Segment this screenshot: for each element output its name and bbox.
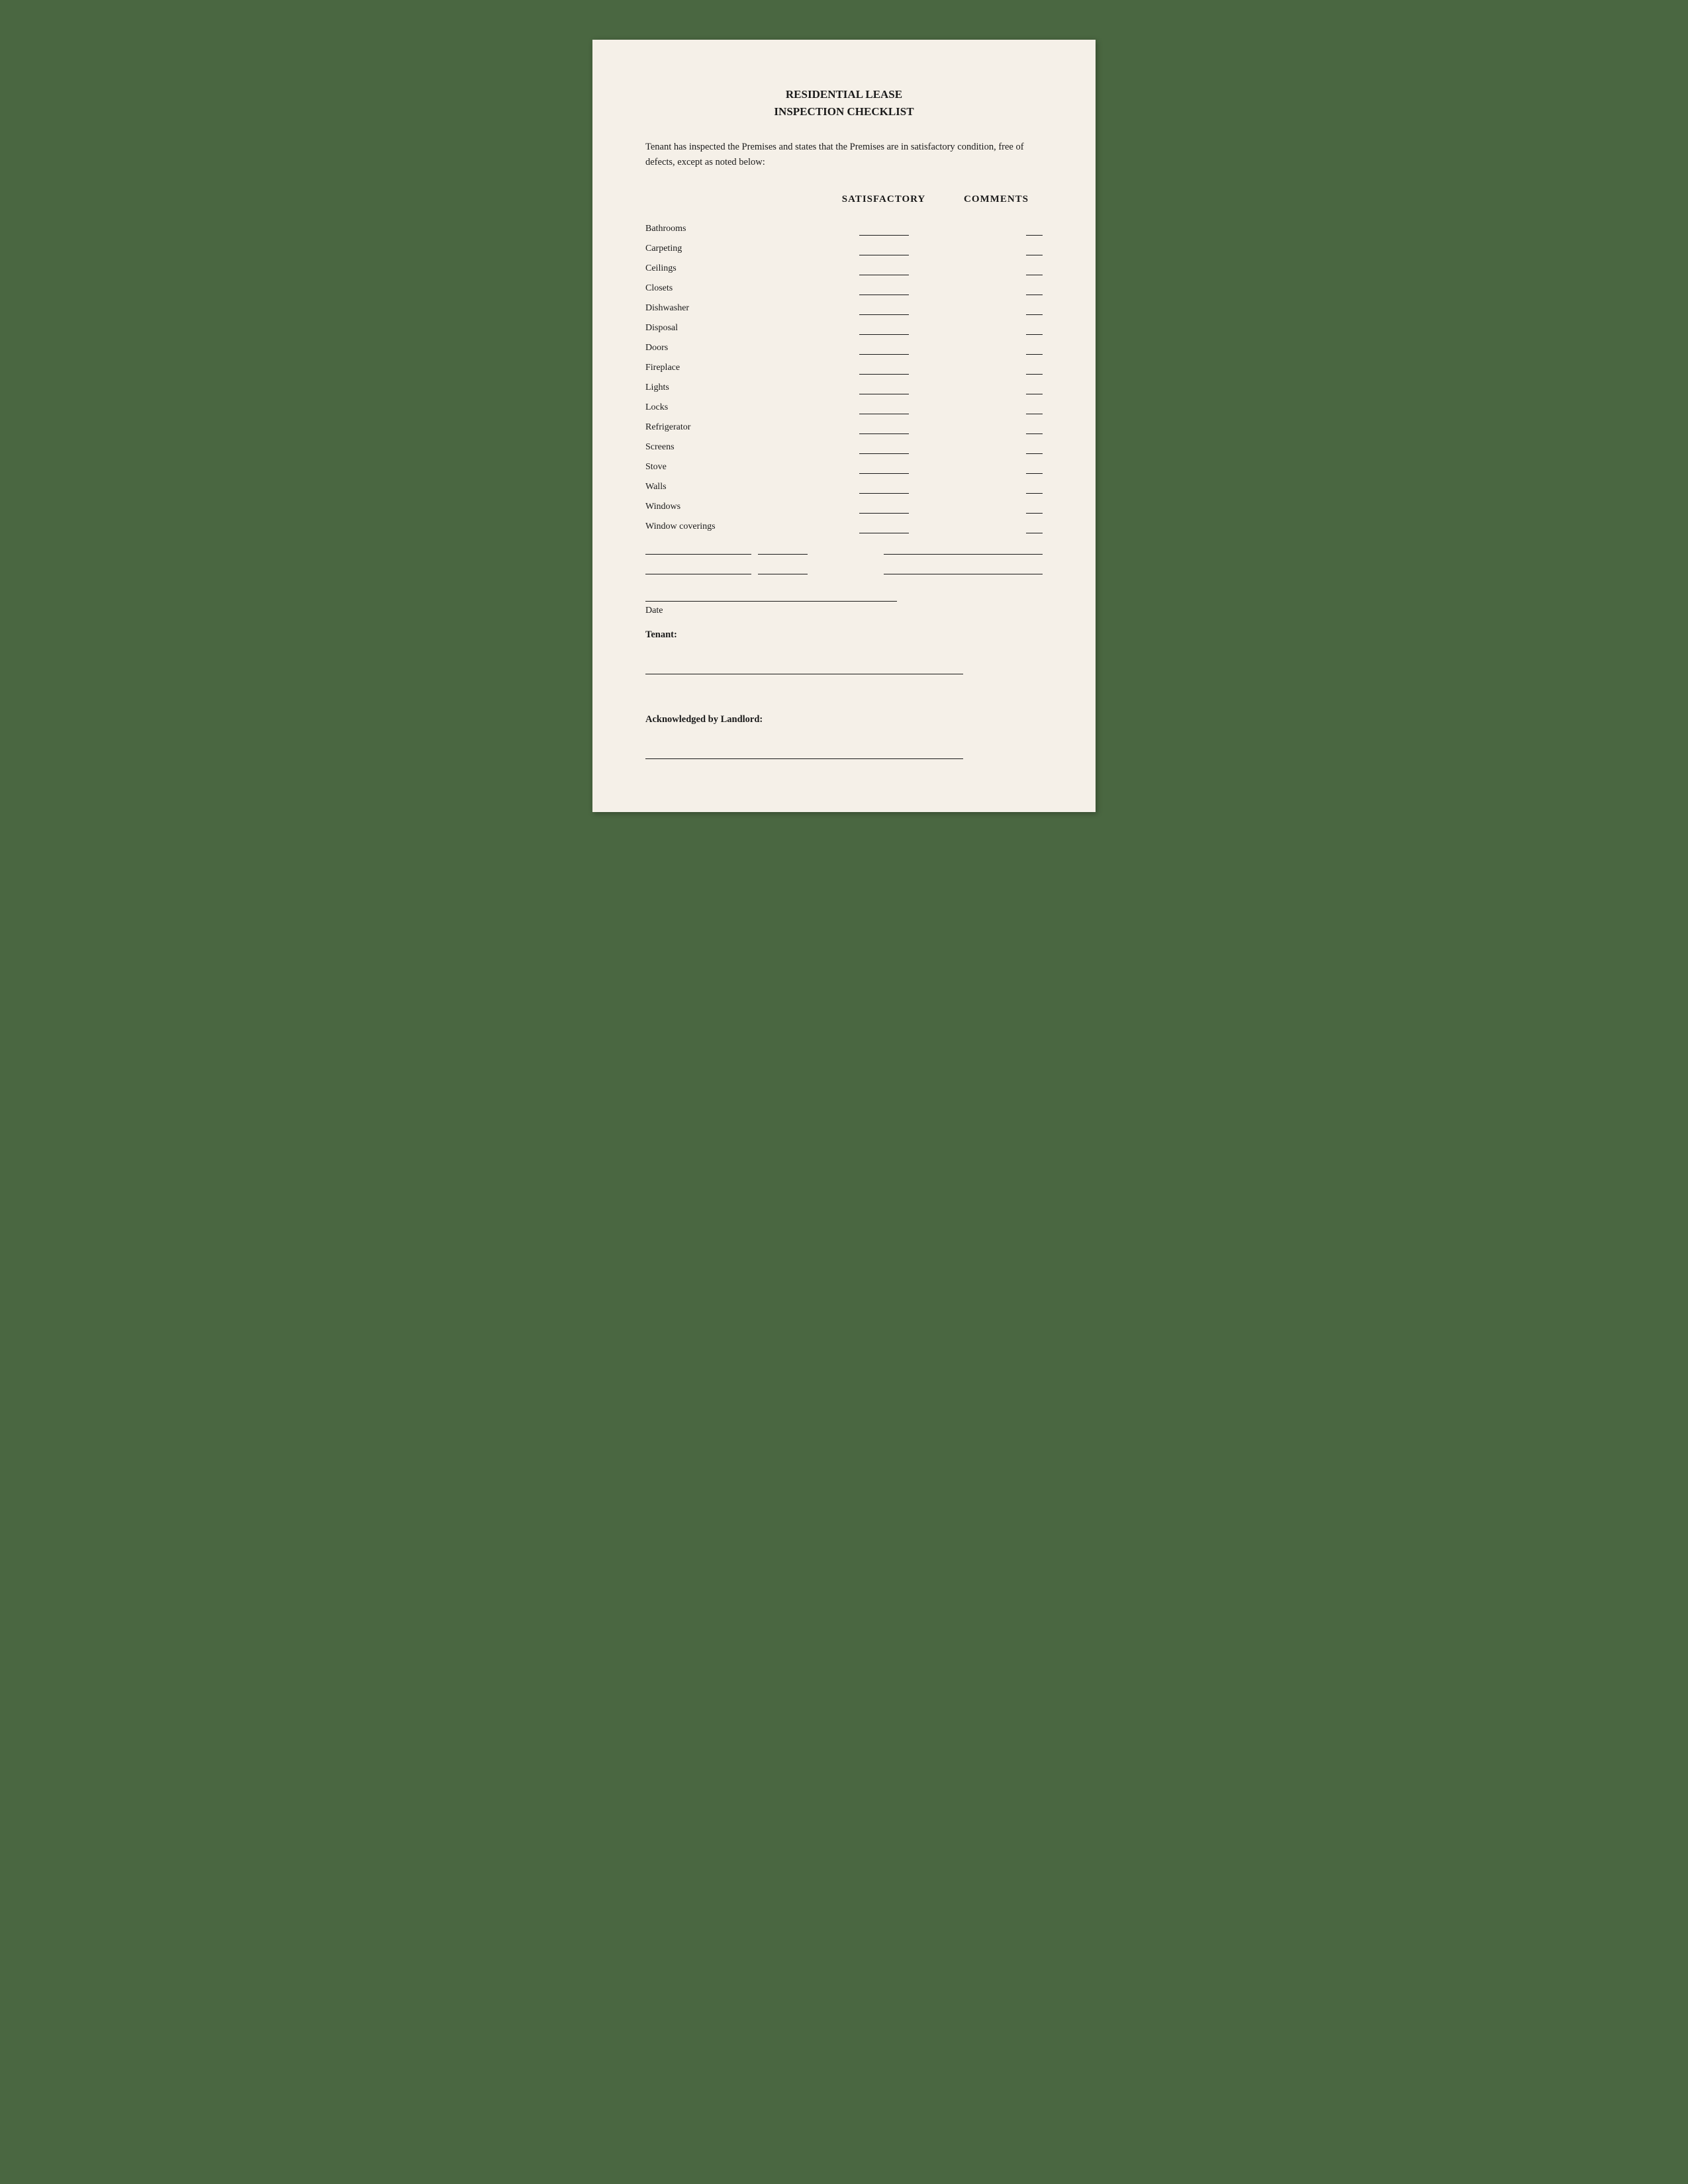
item-satisfactory-5[interactable] bbox=[818, 334, 950, 335]
item-satisfactory-13[interactable] bbox=[818, 493, 950, 494]
extra-row-2 bbox=[645, 557, 1043, 574]
checklist-row: Screens bbox=[645, 437, 1043, 454]
checklist-row: Disposal bbox=[645, 318, 1043, 335]
item-label-0: Bathrooms bbox=[645, 224, 818, 236]
extra-sat-line-1[interactable] bbox=[758, 554, 808, 555]
item-label-11: Screens bbox=[645, 442, 818, 454]
item-label-5: Disposal bbox=[645, 323, 818, 335]
checklist-row: Refrigerator bbox=[645, 417, 1043, 434]
checklist-row: Walls bbox=[645, 477, 1043, 494]
date-sig-line[interactable] bbox=[645, 601, 897, 602]
item-label-15: Window coverings bbox=[645, 522, 818, 533]
item-label-8: Lights bbox=[645, 383, 818, 394]
checklist-row: Stove bbox=[645, 457, 1043, 474]
item-satisfactory-12[interactable] bbox=[818, 473, 950, 474]
item-satisfactory-4[interactable] bbox=[818, 314, 950, 315]
title-line-2: INSPECTION CHECKLIST bbox=[645, 103, 1043, 120]
item-satisfactory-10[interactable] bbox=[818, 433, 950, 434]
item-label-13: Walls bbox=[645, 482, 818, 494]
checklist-row: Windows bbox=[645, 496, 1043, 514]
extra-comment-line-1[interactable] bbox=[884, 554, 1043, 555]
item-satisfactory-0[interactable] bbox=[818, 235, 950, 236]
checklist-row: Bathrooms bbox=[645, 218, 1043, 236]
checklist-row: Doors bbox=[645, 338, 1043, 355]
checklist-row: Locks bbox=[645, 397, 1043, 414]
item-label-14: Windows bbox=[645, 502, 818, 514]
signature-section: Date Tenant: Acknowledged by Landlord: bbox=[645, 601, 1043, 759]
comment-line-7[interactable] bbox=[1026, 374, 1043, 375]
checklist-row: Carpeting bbox=[645, 238, 1043, 255]
checklist-row: Closets bbox=[645, 278, 1043, 295]
item-label-9: Locks bbox=[645, 402, 818, 414]
comment-line-5[interactable] bbox=[1026, 334, 1043, 335]
sat-line-4[interactable] bbox=[859, 314, 909, 315]
comment-line-10[interactable] bbox=[1026, 433, 1043, 434]
comment-line-6[interactable] bbox=[1026, 354, 1043, 355]
title-line-1: RESIDENTIAL LEASE bbox=[645, 86, 1043, 103]
col-satisfactory-header: SATISFACTORY bbox=[818, 193, 950, 205]
extra-label-line-1[interactable] bbox=[645, 554, 751, 555]
col-item-header bbox=[645, 193, 818, 205]
sat-line-13[interactable] bbox=[859, 493, 909, 494]
checklist-row: Lights bbox=[645, 377, 1043, 394]
tenant-label: Tenant: bbox=[645, 629, 1043, 641]
item-satisfactory-7[interactable] bbox=[818, 374, 950, 375]
item-label-6: Doors bbox=[645, 343, 818, 355]
comment-line-12[interactable] bbox=[1026, 473, 1043, 474]
item-satisfactory-14[interactable] bbox=[818, 513, 950, 514]
checklist-header: SATISFACTORY COMMENTS bbox=[645, 193, 1043, 205]
sat-line-0[interactable] bbox=[859, 235, 909, 236]
extra-rows bbox=[645, 537, 1043, 574]
checklist-row: Ceilings bbox=[645, 258, 1043, 275]
landlord-label: Acknowledged by Landlord: bbox=[645, 714, 1043, 725]
comment-line-4[interactable] bbox=[1026, 314, 1043, 315]
comment-line-14[interactable] bbox=[1026, 513, 1043, 514]
col-comments-header: COMMENTS bbox=[950, 193, 1043, 205]
sat-line-12[interactable] bbox=[859, 473, 909, 474]
sat-line-14[interactable] bbox=[859, 513, 909, 514]
title-block: RESIDENTIAL LEASE INSPECTION CHECKLIST bbox=[645, 86, 1043, 120]
item-label-12: Stove bbox=[645, 462, 818, 474]
extra-row-1 bbox=[645, 537, 1043, 555]
checklist-row: Dishwasher bbox=[645, 298, 1043, 315]
checklist-rows: Bathrooms Carpeting Ceilings Closets bbox=[645, 218, 1043, 533]
item-label-4: Dishwasher bbox=[645, 303, 818, 315]
comment-line-13[interactable] bbox=[1026, 493, 1043, 494]
sat-line-7[interactable] bbox=[859, 374, 909, 375]
item-label-10: Refrigerator bbox=[645, 422, 818, 434]
item-satisfactory-11[interactable] bbox=[818, 453, 950, 454]
landlord-sig-line[interactable] bbox=[645, 758, 963, 759]
item-label-3: Closets bbox=[645, 283, 818, 295]
comment-line-0[interactable] bbox=[1026, 235, 1043, 236]
checklist-row: Window coverings bbox=[645, 516, 1043, 533]
item-label-1: Carpeting bbox=[645, 244, 818, 255]
document-container: RESIDENTIAL LEASE INSPECTION CHECKLIST T… bbox=[592, 40, 1096, 812]
item-satisfactory-6[interactable] bbox=[818, 354, 950, 355]
sat-line-11[interactable] bbox=[859, 453, 909, 454]
checklist-section: SATISFACTORY COMMENTS Bathrooms Carpetin… bbox=[645, 193, 1043, 574]
item-label-7: Fireplace bbox=[645, 363, 818, 375]
sat-line-6[interactable] bbox=[859, 354, 909, 355]
sat-line-10[interactable] bbox=[859, 433, 909, 434]
sat-line-5[interactable] bbox=[859, 334, 909, 335]
date-label: Date bbox=[645, 606, 1043, 616]
item-label-2: Ceilings bbox=[645, 263, 818, 275]
comment-line-11[interactable] bbox=[1026, 453, 1043, 454]
checklist-row: Fireplace bbox=[645, 357, 1043, 375]
intro-text: Tenant has inspected the Premises and st… bbox=[645, 140, 1043, 170]
